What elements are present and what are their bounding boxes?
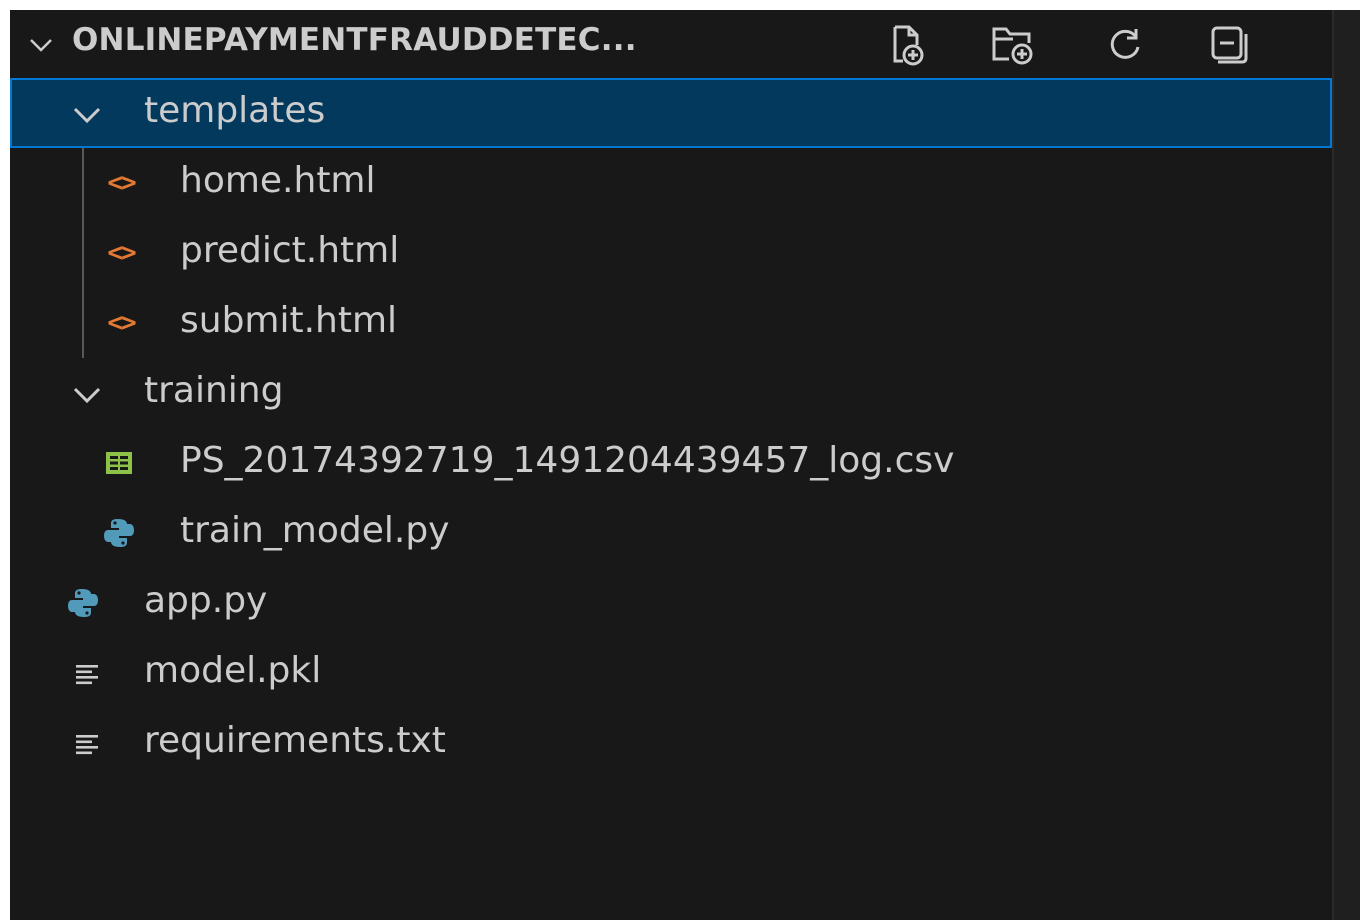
file-predict-html[interactable]: <> predict.html [10,218,1332,288]
html-file-icon: <> [107,238,136,268]
explorer-header[interactable]: ONLINEPAYMENTFRAUDDETEC... [10,10,1332,78]
file-label: app.py [144,580,268,621]
scrollbar-track[interactable] [1332,10,1360,920]
html-file-icon: <> [107,308,136,338]
file-home-html[interactable]: <> home.html [10,148,1332,218]
file-label: model.pkl [144,650,322,691]
folder-label: templates [144,90,326,131]
folder-label: training [144,370,284,411]
new-file-icon [893,25,924,66]
refresh-button[interactable] [1100,20,1150,70]
text-file-icon [76,665,98,685]
folder-training[interactable]: training [10,358,1332,428]
html-file-icon: <> [107,168,136,198]
python-file-icon [68,589,98,617]
file-label: home.html [180,160,376,201]
collapse-all-icon [1211,26,1248,64]
file-requirements-txt[interactable]: requirements.txt [10,708,1332,778]
new-folder-button[interactable] [988,20,1038,70]
refresh-icon [1110,29,1140,59]
chevron-down-icon[interactable] [26,30,56,60]
file-model-pkl[interactable]: model.pkl [10,638,1332,708]
python-file-icon [104,519,134,547]
file-label: predict.html [180,230,400,271]
file-log-csv[interactable]: PS_20174392719_1491204439457_log.csv [10,428,1332,498]
folder-templates[interactable]: templates [10,78,1332,148]
file-label: PS_20174392719_1491204439457_log.csv [180,440,955,481]
text-file-icon [76,735,98,755]
csv-file-icon [106,452,132,474]
file-train-model-py[interactable]: train_model.py [10,498,1332,568]
explorer-panel: ONLINEPAYMENTFRAUDDETEC... templates <> … [10,10,1332,920]
workspace-title[interactable]: ONLINEPAYMENTFRAUDDETEC... [72,22,637,58]
file-submit-html[interactable]: <> submit.html [10,288,1332,358]
file-label: submit.html [180,300,398,341]
collapse-all-button[interactable] [1204,20,1254,70]
file-label: requirements.txt [144,720,446,761]
chevron-down-icon[interactable] [70,98,104,132]
new-folder-icon [992,27,1033,65]
file-app-py[interactable]: app.py [10,568,1332,638]
new-file-button[interactable] [882,20,932,70]
chevron-down-icon[interactable] [70,378,104,412]
file-label: train_model.py [180,510,450,551]
